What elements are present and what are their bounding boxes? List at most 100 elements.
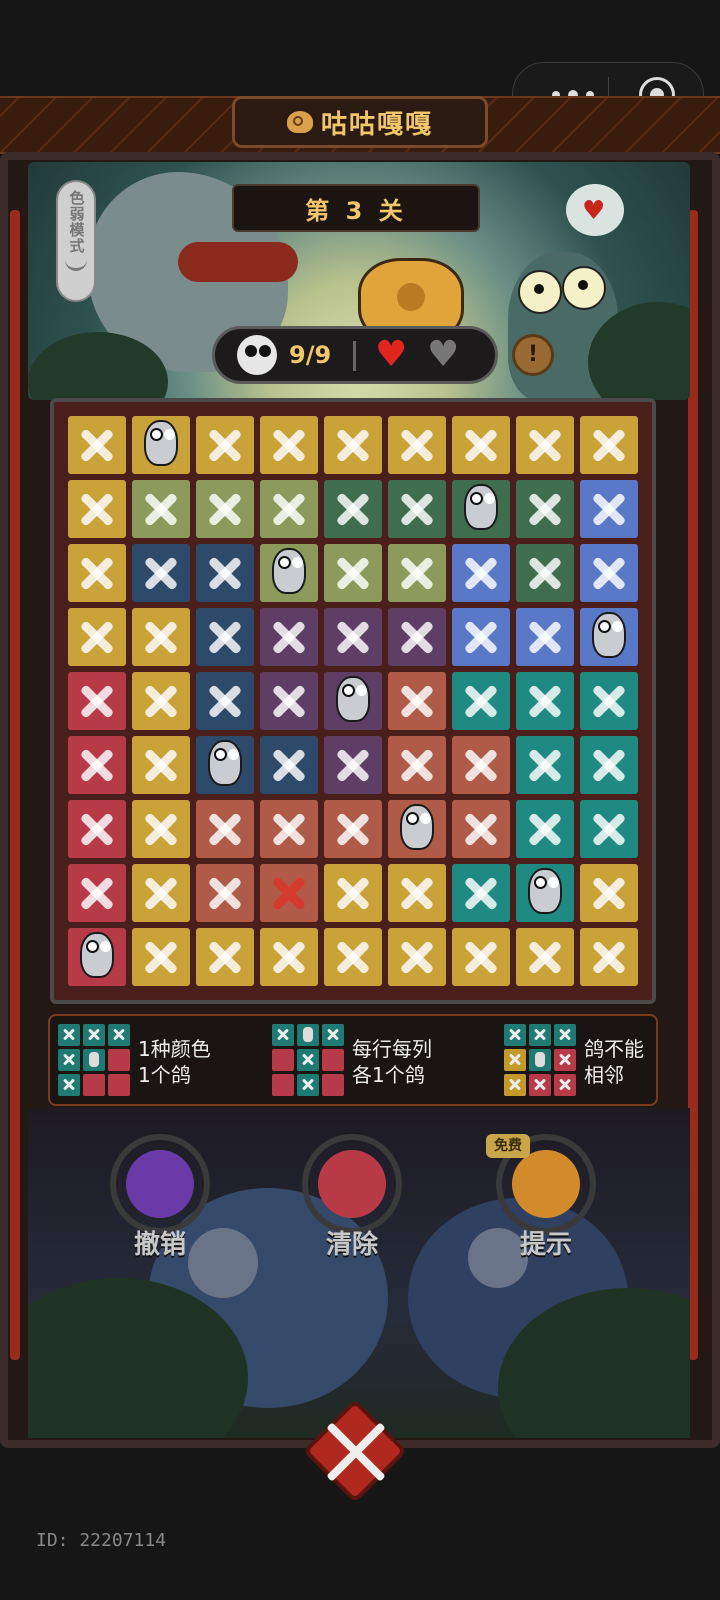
cross-mark-icon	[68, 864, 126, 922]
cross-mark-icon	[196, 672, 254, 730]
pigeon-icon	[524, 868, 568, 914]
board-cell[interactable]	[580, 608, 638, 666]
board-cell[interactable]	[132, 608, 190, 666]
board-cell[interactable]	[196, 928, 254, 986]
board-cell[interactable]	[68, 672, 126, 730]
board-cell[interactable]	[132, 864, 190, 922]
board-cell[interactable]	[516, 480, 574, 538]
board-cell[interactable]	[260, 864, 318, 922]
level-plate: 第 3 关	[232, 184, 480, 232]
board-cell[interactable]	[132, 672, 190, 730]
board-cell[interactable]	[196, 800, 254, 858]
rules-panel: 1种颜色 1个鸽 每行每列 各1个鸽 鸽不能 相邻	[48, 1014, 658, 1106]
board-cell[interactable]	[580, 800, 638, 858]
board-cell[interactable]	[196, 544, 254, 602]
board-cell[interactable]	[68, 928, 126, 986]
board-cell[interactable]	[132, 416, 190, 474]
board-cell[interactable]	[516, 672, 574, 730]
puzzle-board	[50, 398, 656, 1004]
board-cell[interactable]	[132, 736, 190, 794]
board-cell[interactable]	[388, 864, 446, 922]
bird-eye-icon	[562, 266, 606, 310]
board-cell[interactable]	[452, 928, 510, 986]
board-cell[interactable]	[516, 416, 574, 474]
board-cell[interactable]	[580, 864, 638, 922]
board-cell[interactable]	[132, 480, 190, 538]
board-cell[interactable]	[132, 800, 190, 858]
board-cell[interactable]	[132, 544, 190, 602]
board-cell[interactable]	[388, 736, 446, 794]
board-cell[interactable]	[516, 736, 574, 794]
board-cell[interactable]	[580, 736, 638, 794]
board-cell[interactable]	[260, 416, 318, 474]
board-cell[interactable]	[260, 672, 318, 730]
level-label: 第 3 关	[305, 196, 407, 225]
board-cell[interactable]	[324, 736, 382, 794]
info-button[interactable]: !	[512, 334, 554, 376]
board-cell[interactable]	[68, 736, 126, 794]
board-cell[interactable]	[196, 864, 254, 922]
board-cell[interactable]	[196, 608, 254, 666]
board-cell[interactable]	[388, 416, 446, 474]
cross-mark-icon	[132, 672, 190, 730]
board-cell[interactable]	[68, 480, 126, 538]
board-cell[interactable]	[452, 864, 510, 922]
board-cell[interactable]	[324, 864, 382, 922]
board-cell[interactable]	[324, 928, 382, 986]
board-cell[interactable]	[196, 672, 254, 730]
board-cell[interactable]	[388, 800, 446, 858]
board-cell[interactable]	[196, 736, 254, 794]
board-cell[interactable]	[132, 928, 190, 986]
board-cell[interactable]	[452, 480, 510, 538]
board-cell[interactable]	[68, 864, 126, 922]
board-cell[interactable]	[452, 544, 510, 602]
board-cell[interactable]	[324, 480, 382, 538]
board-cell[interactable]	[388, 480, 446, 538]
board-cell[interactable]	[580, 480, 638, 538]
board-cell[interactable]	[324, 544, 382, 602]
board-cell[interactable]	[452, 416, 510, 474]
clear-button[interactable]	[302, 1134, 402, 1234]
board-cell[interactable]	[324, 672, 382, 730]
board-cell[interactable]	[452, 608, 510, 666]
board-cell[interactable]	[260, 480, 318, 538]
board-cell[interactable]	[580, 416, 638, 474]
board-cell[interactable]	[452, 672, 510, 730]
board-cell[interactable]	[388, 608, 446, 666]
cross-mark-icon	[132, 544, 190, 602]
board-cell[interactable]	[68, 800, 126, 858]
board-cell[interactable]	[388, 672, 446, 730]
board-cell[interactable]	[580, 544, 638, 602]
board-cell[interactable]	[260, 544, 318, 602]
board-cell[interactable]	[68, 608, 126, 666]
board-cell[interactable]	[388, 928, 446, 986]
board-cell[interactable]	[260, 608, 318, 666]
board-cell[interactable]	[260, 800, 318, 858]
board-cell[interactable]	[324, 608, 382, 666]
board-cell[interactable]	[324, 416, 382, 474]
board-cell[interactable]	[580, 672, 638, 730]
board-cell[interactable]	[68, 544, 126, 602]
board-cell[interactable]	[516, 928, 574, 986]
pigeon-icon	[588, 612, 632, 658]
cross-mark-icon	[452, 544, 510, 602]
board-cell[interactable]	[452, 736, 510, 794]
board-cell[interactable]	[516, 544, 574, 602]
board-cell[interactable]	[388, 544, 446, 602]
board-cell[interactable]	[324, 800, 382, 858]
undo-button[interactable]	[110, 1134, 210, 1234]
board-cell[interactable]	[196, 480, 254, 538]
board-cell[interactable]	[260, 928, 318, 986]
board-cell[interactable]	[516, 800, 574, 858]
board-cell[interactable]	[260, 736, 318, 794]
board-cell[interactable]	[452, 800, 510, 858]
colorblind-mode-toggle[interactable]: 色弱模式	[56, 180, 96, 302]
cross-mark-icon	[388, 480, 446, 538]
board-cell[interactable]	[196, 416, 254, 474]
board-cell[interactable]	[516, 608, 574, 666]
board-cell[interactable]	[516, 864, 574, 922]
pigeon-counter-icon	[237, 335, 277, 375]
cross-mark-icon	[132, 864, 190, 922]
board-cell[interactable]	[580, 928, 638, 986]
board-cell[interactable]	[68, 416, 126, 474]
